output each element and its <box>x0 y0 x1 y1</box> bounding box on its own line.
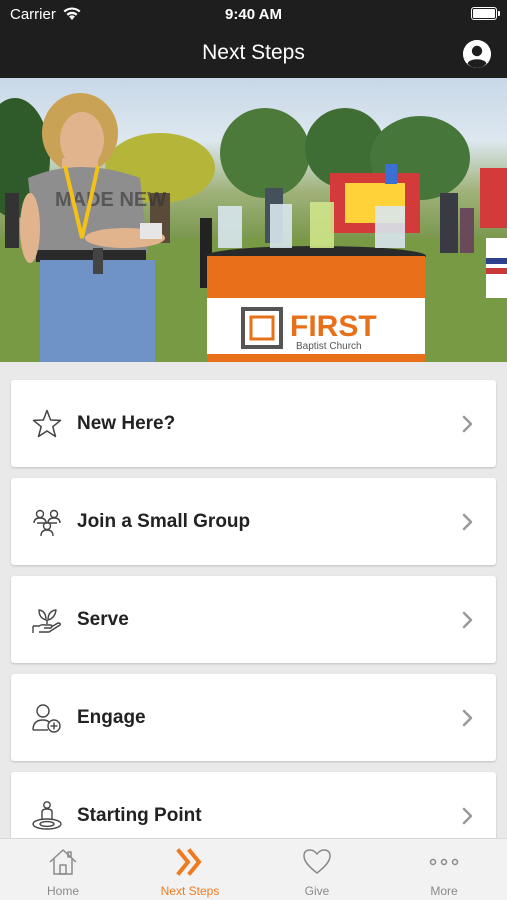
home-icon <box>49 849 77 875</box>
chevron-right-icon <box>462 415 473 433</box>
menu-item-starting-point[interactable]: Starting Point <box>11 772 496 838</box>
battery-icon <box>471 7 500 20</box>
menu-item-small-group[interactable]: Join a Small Group <box>11 478 496 565</box>
hero-image: FIRST Baptist Church MADE NEW <box>0 78 507 362</box>
menu-item-new-here[interactable]: New Here? <box>11 380 496 467</box>
next-steps-list: New Here? Join a Small Group Serve Engag… <box>0 362 507 838</box>
menu-item-label: Join a Small Group <box>77 511 251 532</box>
profile-icon[interactable] <box>463 40 491 68</box>
nav-bar: Next Steps <box>0 30 507 78</box>
tab-label: Next Steps <box>160 884 220 898</box>
tab-bar: Home Next Steps Give More <box>0 838 507 900</box>
double-chevron-icon <box>176 848 202 876</box>
serve-hand-icon <box>32 609 61 633</box>
menu-item-label: Serve <box>77 609 129 630</box>
menu-item-label: Engage <box>77 707 146 728</box>
star-icon <box>32 409 62 438</box>
status-bar: Carrier 9:40 AM <box>0 0 507 30</box>
menu-item-engage[interactable]: Engage <box>11 674 496 761</box>
add-user-icon <box>32 704 61 733</box>
banner-sub: Baptist Church <box>296 341 362 352</box>
starting-point-icon <box>32 801 62 830</box>
menu-item-label: New Here? <box>77 413 176 434</box>
tab-label: Home <box>46 884 79 898</box>
menu-item-label: Starting Point <box>77 805 202 826</box>
group-icon <box>33 509 61 537</box>
tab-home[interactable]: Home <box>0 839 126 900</box>
chevron-right-icon <box>462 611 473 629</box>
tab-give[interactable]: Give <box>254 839 380 900</box>
page-title: Next Steps <box>202 41 305 64</box>
tab-next-steps[interactable]: Next Steps <box>127 839 253 900</box>
clock: 9:40 AM <box>225 6 282 23</box>
menu-item-serve[interactable]: Serve <box>11 576 496 663</box>
more-dots-icon <box>429 858 459 866</box>
chevron-right-icon <box>462 513 473 531</box>
hero-illustration: FIRST Baptist Church MADE NEW <box>0 93 507 362</box>
tab-label: Give <box>304 884 330 898</box>
tab-label: More <box>430 884 458 898</box>
tab-more[interactable]: More <box>381 839 507 900</box>
chevron-right-icon <box>462 709 473 727</box>
banner-brand: FIRST <box>290 310 377 343</box>
heart-icon <box>303 849 331 874</box>
chevron-right-icon <box>462 807 473 825</box>
